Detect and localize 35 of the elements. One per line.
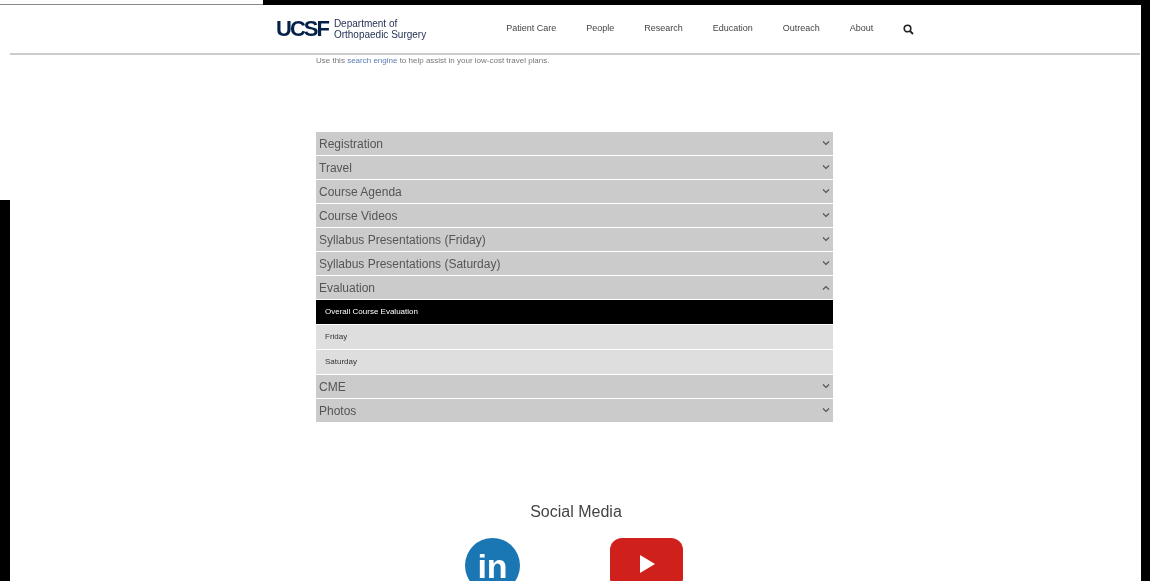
accordion-subitem[interactable]: Friday <box>316 325 833 349</box>
nav-link[interactable]: Education <box>712 22 753 36</box>
nav-link[interactable]: People <box>586 22 615 36</box>
accordion-header[interactable]: Syllabus Presentations (Saturday) <box>316 252 833 275</box>
chevron-down-icon <box>822 165 830 170</box>
search-icon[interactable] <box>903 23 915 35</box>
chevron-down-icon <box>822 213 830 218</box>
chevron-down-icon <box>822 237 830 242</box>
nav-link[interactable]: About <box>849 22 874 36</box>
accordion-header[interactable]: CME <box>316 375 833 398</box>
accordion-header[interactable]: Syllabus Presentations (Friday) <box>316 228 833 251</box>
accordion-header[interactable]: Registration <box>316 132 833 155</box>
department-name: Department of <box>333 18 398 29</box>
search-engine-link[interactable]: search engine <box>347 56 398 65</box>
play-icon[interactable] <box>610 538 683 581</box>
nav-link[interactable]: Outreach <box>782 22 820 36</box>
accordion-header[interactable]: Course Videos <box>316 204 833 227</box>
linkedin-link[interactable]: in <box>465 538 520 581</box>
accordion-header[interactable]: Course Agenda <box>316 180 833 203</box>
nav-link[interactable]: Patient Care <box>506 22 557 36</box>
chevron-down-icon <box>822 141 830 146</box>
chevron-down-icon <box>822 261 830 266</box>
nav-link[interactable]: Research <box>644 22 683 36</box>
chevron-down-icon <box>822 408 830 413</box>
accordion-header[interactable]: Photos <box>316 399 833 422</box>
accordion-header[interactable]: Travel <box>316 156 833 179</box>
chevron-down-icon <box>822 384 830 389</box>
ucsf-logo[interactable]: UCSF <box>276 18 328 40</box>
chevron-up-icon <box>822 285 830 290</box>
accordion-subitem[interactable]: Overall Course Evaluation <box>316 300 833 324</box>
accordion-subitem[interactable]: Saturday <box>316 350 833 374</box>
social-media-heading: Social Media <box>530 502 622 522</box>
accordion-header[interactable]: Evaluation <box>316 276 833 299</box>
chevron-down-icon <box>822 189 830 194</box>
department-name: Orthopaedic Surgery <box>333 29 427 40</box>
